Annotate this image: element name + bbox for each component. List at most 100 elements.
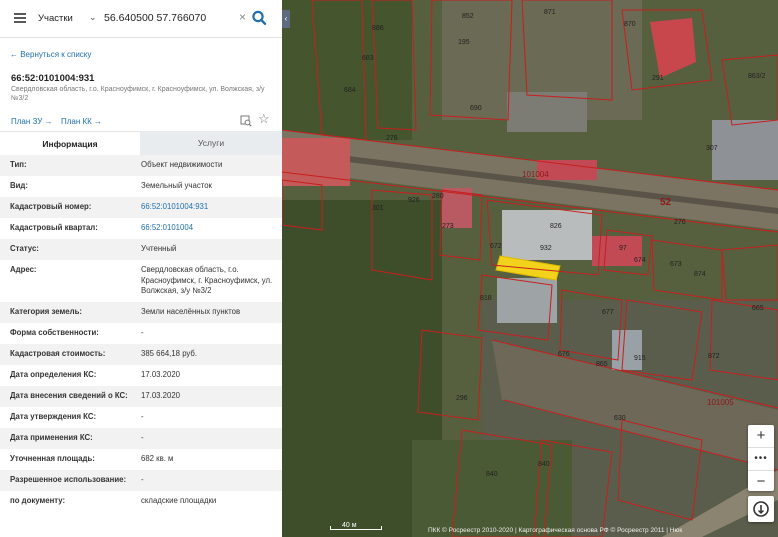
layer-select[interactable]: Участки (38, 13, 73, 24)
cadastral-number-link[interactable]: 66:52:0101004:931 (141, 202, 273, 213)
attribute-value: - (141, 328, 144, 337)
attribute-label: Тип: (10, 160, 27, 169)
attribute-row: Форма собственности: - (0, 323, 282, 344)
attribute-label: Дата применения КС: (10, 433, 93, 442)
attribute-row: Кадастровая стоимость: 385 664,18 руб. (0, 344, 282, 365)
parcel-number[interactable]: 683 (362, 55, 374, 62)
collapse-panel-button[interactable]: ‹ (282, 10, 290, 28)
quarter-label: 101005 (707, 398, 734, 407)
tab-info[interactable]: Информация (0, 131, 140, 156)
attribute-value: Земли населённых пунктов (141, 307, 241, 316)
map-view[interactable]: 101004 101005 52 852 871 886 870 683 291… (282, 0, 778, 537)
parcel-number[interactable]: 932 (540, 245, 552, 252)
attribute-row: Кадастровый квартал: 66:52:0101004 (0, 218, 282, 239)
parcel-number[interactable]: 276 (674, 219, 686, 226)
attribute-value: - (141, 412, 144, 421)
parcel-number[interactable]: 840 (538, 461, 550, 468)
close-icon[interactable]: × (239, 11, 246, 23)
plan-zu-link[interactable]: План ЗУ → (11, 117, 53, 126)
attribute-row: Уточненная площадь: 682 кв. м (0, 449, 282, 470)
attribute-label: Статус: (10, 244, 39, 253)
map-scale: 40 м (330, 522, 382, 530)
parcel-number[interactable]: 677 (602, 309, 614, 316)
attribute-value: - (141, 433, 144, 442)
attribute-label: Форма собственности: (10, 328, 99, 337)
object-address: Свердловская область, г.о. Красноуфимск,… (11, 86, 265, 102)
grey-roof-building (612, 330, 642, 370)
parcel-number[interactable]: 915 (634, 355, 646, 362)
back-to-list-link[interactable]: ← Вернуться к списку (10, 50, 91, 59)
info-panel: Участки ⌄ × ← Вернуться к списку 66:52:0… (0, 0, 283, 537)
parcel-number[interactable]: 672 (490, 243, 502, 250)
plan-kk-link[interactable]: План КК → (61, 117, 102, 126)
attribute-label: Дата утверждения КС: (10, 412, 97, 421)
attribute-row: Дата утверждения КС: - (0, 407, 282, 428)
attribute-label: Дата внесения сведений о КС: (10, 391, 128, 400)
quarter-label: 101004 (522, 170, 549, 179)
parcel-number[interactable]: 291 (652, 75, 664, 82)
parcel-number[interactable]: 690 (470, 105, 482, 112)
attribute-label: Кадастровая стоимость: (10, 349, 106, 358)
parcel-number[interactable]: 276 (386, 135, 398, 142)
cadastral-quarter-link[interactable]: 66:52:0101004 (141, 223, 273, 234)
tab-services[interactable]: Услуги (140, 131, 282, 155)
chevron-down-icon[interactable]: ⌄ (89, 12, 97, 23)
attribute-value: Объект недвижимости (141, 160, 223, 169)
attribute-label: Дата определения КС: (10, 370, 97, 379)
parcel-number[interactable]: 676 (558, 351, 570, 358)
parcel-number[interactable]: 273 (442, 223, 454, 230)
attribute-value: 682 кв. м (141, 454, 174, 463)
attribute-row: Адрес: Свердловская область, г.о. Красно… (0, 260, 282, 302)
parcel-number[interactable]: 673 (670, 261, 682, 268)
parcel-number[interactable]: 195 (458, 39, 470, 46)
parcel-number[interactable]: 840 (486, 471, 498, 478)
parcel-number[interactable]: 630 (614, 415, 626, 422)
parcel-number[interactable]: 307 (706, 145, 718, 152)
satellite-map[interactable]: 101004 101005 52 852 871 886 870 683 291… (282, 0, 778, 537)
grey-roof-building (712, 120, 778, 180)
attribute-row: Дата применения КС: - (0, 428, 282, 449)
map-copyright: ПКК © Росреестр 2010-2020 | Картографиче… (428, 527, 683, 534)
parcel-number[interactable]: 684 (344, 87, 356, 94)
attribute-label: Кадастровый квартал: (10, 223, 98, 232)
more-options-button[interactable]: ••• (748, 448, 774, 471)
search-bar: Участки ⌄ × (0, 0, 282, 38)
parcel-number[interactable]: 665 (752, 305, 764, 312)
parcel-number[interactable]: 886 (372, 25, 384, 32)
attribute-value: Свердловская область, г.о. Красноуфимск,… (141, 265, 273, 295)
parcel-number[interactable]: 926 (408, 197, 420, 204)
parcel-number[interactable]: 826 (550, 223, 562, 230)
parcel-number[interactable]: 874 (694, 271, 706, 278)
parcel-number[interactable]: 852 (462, 13, 474, 20)
scale-bar (330, 526, 382, 530)
search-input[interactable] (104, 9, 230, 27)
parcel-number[interactable]: 296 (456, 395, 468, 402)
attribute-value: - (141, 475, 144, 484)
attribute-label: Уточненная площадь: (10, 454, 95, 463)
parcel-number[interactable]: 818 (480, 295, 492, 302)
attribute-label: Разрешенное использование: (10, 475, 127, 484)
locate-on-map-icon[interactable] (240, 115, 252, 127)
tabs: Информация Услуги (0, 131, 282, 156)
geolocation-button[interactable] (748, 496, 774, 522)
menu-icon[interactable] (14, 13, 26, 23)
attribute-row: Статус: Учтенный (0, 239, 282, 260)
attribute-value: 17.03.2020 (141, 391, 181, 400)
attribute-row: Тип: Объект недвижимости (0, 155, 282, 176)
parcel-number[interactable]: 97 (619, 245, 627, 252)
parcel-number[interactable]: 865 (596, 361, 608, 368)
zoom-in-button[interactable]: + (748, 425, 774, 448)
attribute-row: Дата внесения сведений о КС: 17.03.2020 (0, 386, 282, 407)
parcel-number[interactable]: 301 (372, 205, 384, 212)
attribute-value: 385 664,18 руб. (141, 349, 198, 358)
parcel-number[interactable]: 870 (624, 21, 636, 28)
attribute-label: Кадастровый номер: (10, 202, 92, 211)
parcel-number[interactable]: 872 (708, 353, 720, 360)
parcel-number[interactable]: 863/2 (748, 73, 766, 80)
favorite-star-icon[interactable]: ☆ (258, 112, 270, 125)
parcel-number[interactable]: 280 (432, 193, 444, 200)
zoom-out-button[interactable]: − (748, 471, 774, 493)
search-icon[interactable] (251, 9, 267, 27)
parcel-number[interactable]: 674 (634, 257, 646, 264)
parcel-number[interactable]: 871 (544, 9, 556, 16)
